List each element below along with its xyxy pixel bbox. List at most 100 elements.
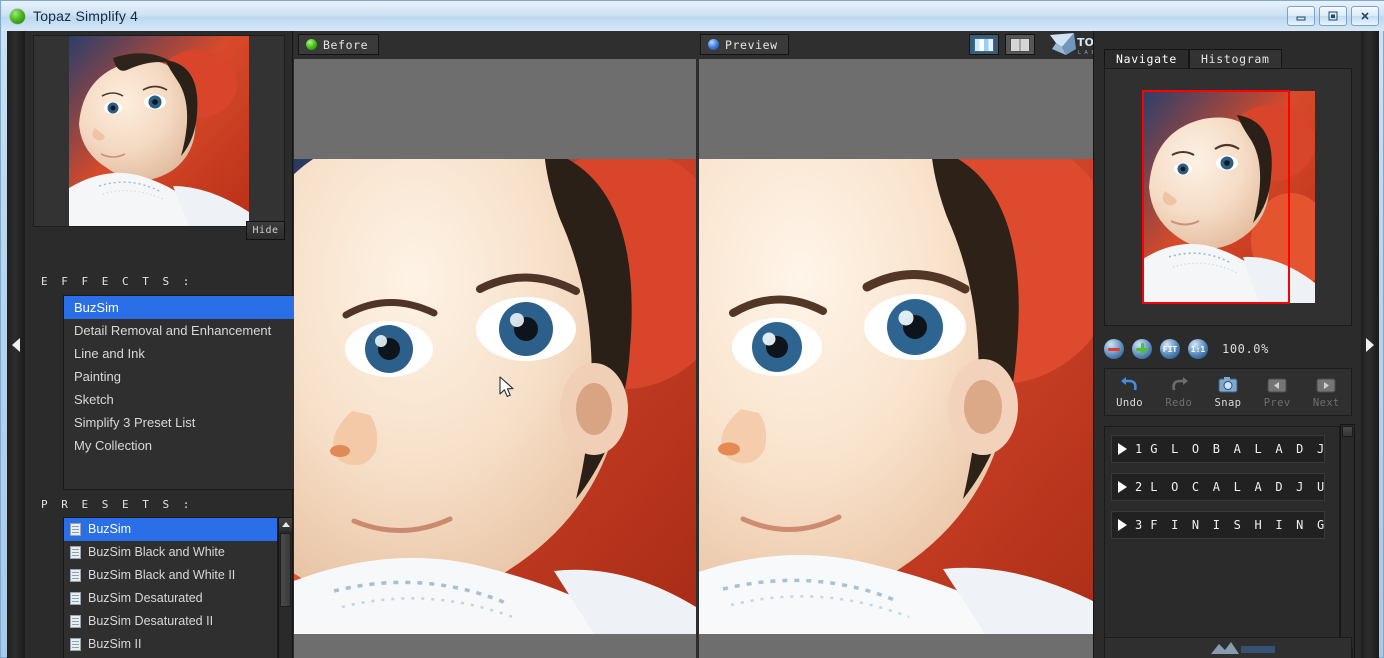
left-panel: Hide E F F E C T S : BuzSim Detail Remova… <box>25 31 295 658</box>
effects-list-item[interactable]: Painting <box>64 365 294 388</box>
preset-list-item[interactable]: BuzSim <box>64 518 277 541</box>
navigator-frame[interactable] <box>1104 68 1352 326</box>
bottom-strip-icon <box>1211 642 1275 654</box>
right-panel-collapse-handle[interactable] <box>1361 31 1379 658</box>
app-body: Hide E F F E C T S : BuzSim Detail Remova… <box>7 31 1379 658</box>
action-label: Prev <box>1263 397 1291 409</box>
preset-list-item-label: BuzSim II <box>88 637 142 651</box>
action-next-button[interactable]: Next <box>1304 375 1348 409</box>
zoom-actual-label: 1:1 <box>1190 344 1206 354</box>
preset-list-item[interactable]: BuzSim Desaturated <box>64 587 277 610</box>
presets-scrollbar[interactable] <box>278 517 293 658</box>
section-number: 3 <box>1135 518 1143 532</box>
document-icon <box>70 615 81 628</box>
title-bar: Topaz Simplify 4 <box>1 1 1384 31</box>
preset-list-item-label: BuzSim Black and White <box>88 545 225 559</box>
section-label: F I N I S H I N G T O U C <box>1150 518 1324 532</box>
effects-list-item[interactable]: Simplify 3 Preset List <box>64 411 294 434</box>
action-label: Snap <box>1214 397 1242 409</box>
source-thumbnail[interactable] <box>33 35 285 227</box>
action-toolbar: Undo Redo Snap Prev Next <box>1104 368 1352 416</box>
tab-before[interactable]: Before <box>298 34 380 55</box>
action-snap-button[interactable]: Snap <box>1206 375 1250 409</box>
bottom-action-strip[interactable] <box>1104 637 1352 658</box>
document-icon <box>70 523 81 536</box>
window-controls <box>1287 6 1379 26</box>
single-view-icon <box>974 37 994 52</box>
before-image <box>294 159 696 634</box>
effects-list-item[interactable]: Sketch <box>64 388 294 411</box>
effects-list-item[interactable]: BuzSim <box>64 296 294 319</box>
chevron-left-icon <box>12 338 20 352</box>
navigator-tab[interactable]: Navigate <box>1104 49 1189 68</box>
tab-preview-label: Preview <box>725 37 778 52</box>
single-view-button[interactable] <box>969 34 999 55</box>
document-icon <box>70 546 81 559</box>
navigator-tabs[interactable]: Navigate Histogram <box>1104 49 1282 68</box>
close-button[interactable] <box>1351 6 1379 26</box>
before-pane[interactable] <box>294 59 696 658</box>
source-thumbnail-image <box>69 36 249 226</box>
split-view-button[interactable] <box>1005 34 1035 55</box>
window-frame: Topaz Simplify 4 Hide E F F E C T S: Bu… <box>0 0 1384 658</box>
zoom-fit-label: FIT <box>1162 344 1178 354</box>
preview-pane[interactable] <box>699 59 1101 658</box>
adjustment-section-header[interactable]: 1 G L O B A L A D J U S T M <box>1111 435 1325 463</box>
blue-status-dot <box>708 39 719 50</box>
caret-up-icon <box>281 522 290 527</box>
preset-list-item[interactable]: BuzSim Black and White <box>64 541 277 564</box>
snap-icon <box>1206 375 1250 395</box>
right-panel-scrollbar[interactable] <box>1340 424 1355 658</box>
action-redo-button[interactable]: Redo <box>1157 375 1201 409</box>
right-panel: Navigate Histogram FIT 1:1 100.0% Undo R… <box>1093 31 1361 658</box>
tab-before-label: Before <box>323 37 369 52</box>
preset-list-item[interactable]: BuzSim Desaturated II <box>64 610 277 633</box>
adjustment-sections: 1 G L O B A L A D J U S T M 2 L O C A L A D… <box>1104 426 1340 651</box>
minimize-button[interactable] <box>1287 6 1315 26</box>
presets-scroll-thumb[interactable] <box>280 533 291 607</box>
navigator-tab[interactable]: Histogram <box>1189 49 1282 68</box>
navigator-viewport-rect[interactable] <box>1142 90 1290 304</box>
window-title: Topaz Simplify 4 <box>33 8 139 24</box>
preset-list-item-label: BuzSim <box>88 522 132 536</box>
preset-list-item[interactable]: BuzSim Black and White II <box>64 564 277 587</box>
section-number: 1 <box>1135 442 1143 456</box>
preset-list-item-label: BuzSim Black and White II <box>88 568 236 582</box>
zoom-controls: FIT 1:1 100.0% <box>1104 336 1352 362</box>
left-panel-collapse-handle[interactable] <box>7 31 25 658</box>
presets-scroll-up-button[interactable] <box>279 518 292 531</box>
preset-list-item-label: BuzSim Desaturated II <box>88 614 214 628</box>
effects-list-item[interactable]: Detail Removal and Enhancement <box>64 319 294 342</box>
redo-icon <box>1157 375 1201 395</box>
split-view-icon <box>1010 37 1030 52</box>
action-label: Next <box>1312 397 1340 409</box>
workspace-toolbar: Before Preview TO L A B S <box>294 31 1109 59</box>
image-workspace: Before Preview TO L A B S <box>294 31 1109 658</box>
hide-thumbnail-button[interactable]: Hide <box>246 221 285 240</box>
preset-list-item[interactable]: BuzSim II <box>64 633 277 656</box>
zoom-in-icon[interactable] <box>1132 339 1152 359</box>
zoom-fit-button[interactable]: FIT <box>1160 339 1180 359</box>
effects-list-item[interactable]: Line and Ink <box>64 342 294 365</box>
zoom-actual-button[interactable]: 1:1 <box>1188 339 1208 359</box>
document-icon <box>70 638 81 651</box>
tab-preview[interactable]: Preview <box>700 34 789 55</box>
action-label: Redo <box>1165 397 1193 409</box>
effects-list-item[interactable]: My Collection <box>64 434 294 457</box>
maximize-button[interactable] <box>1319 6 1347 26</box>
section-label: L O C A L A D J U S T M E <box>1150 480 1324 494</box>
zoom-out-icon[interactable] <box>1104 339 1124 359</box>
section-label: G L O B A L A D J U S T M <box>1150 442 1324 456</box>
action-undo-button[interactable]: Undo <box>1108 375 1152 409</box>
action-prev-button[interactable]: Prev <box>1255 375 1299 409</box>
application-window: Topaz Simplify 4 Hide E F F E C T S: Bu… <box>0 0 1384 658</box>
adjustment-section-header[interactable]: 3 F I N I S H I N G T O U C <box>1111 511 1325 539</box>
right-scroll-up-button[interactable] <box>1342 426 1353 437</box>
comparison-panes <box>294 59 1109 658</box>
presets-list[interactable]: BuzSim BuzSim Black and White BuzSim Black… <box>63 517 278 658</box>
undo-icon <box>1108 375 1152 395</box>
effects-list[interactable]: BuzSim Detail Removal and Enhancement Line… <box>63 295 295 490</box>
adjustment-section-header[interactable]: 2 L O C A L A D J U S T M E <box>1111 473 1325 501</box>
document-icon <box>70 569 81 582</box>
document-icon <box>70 592 81 605</box>
